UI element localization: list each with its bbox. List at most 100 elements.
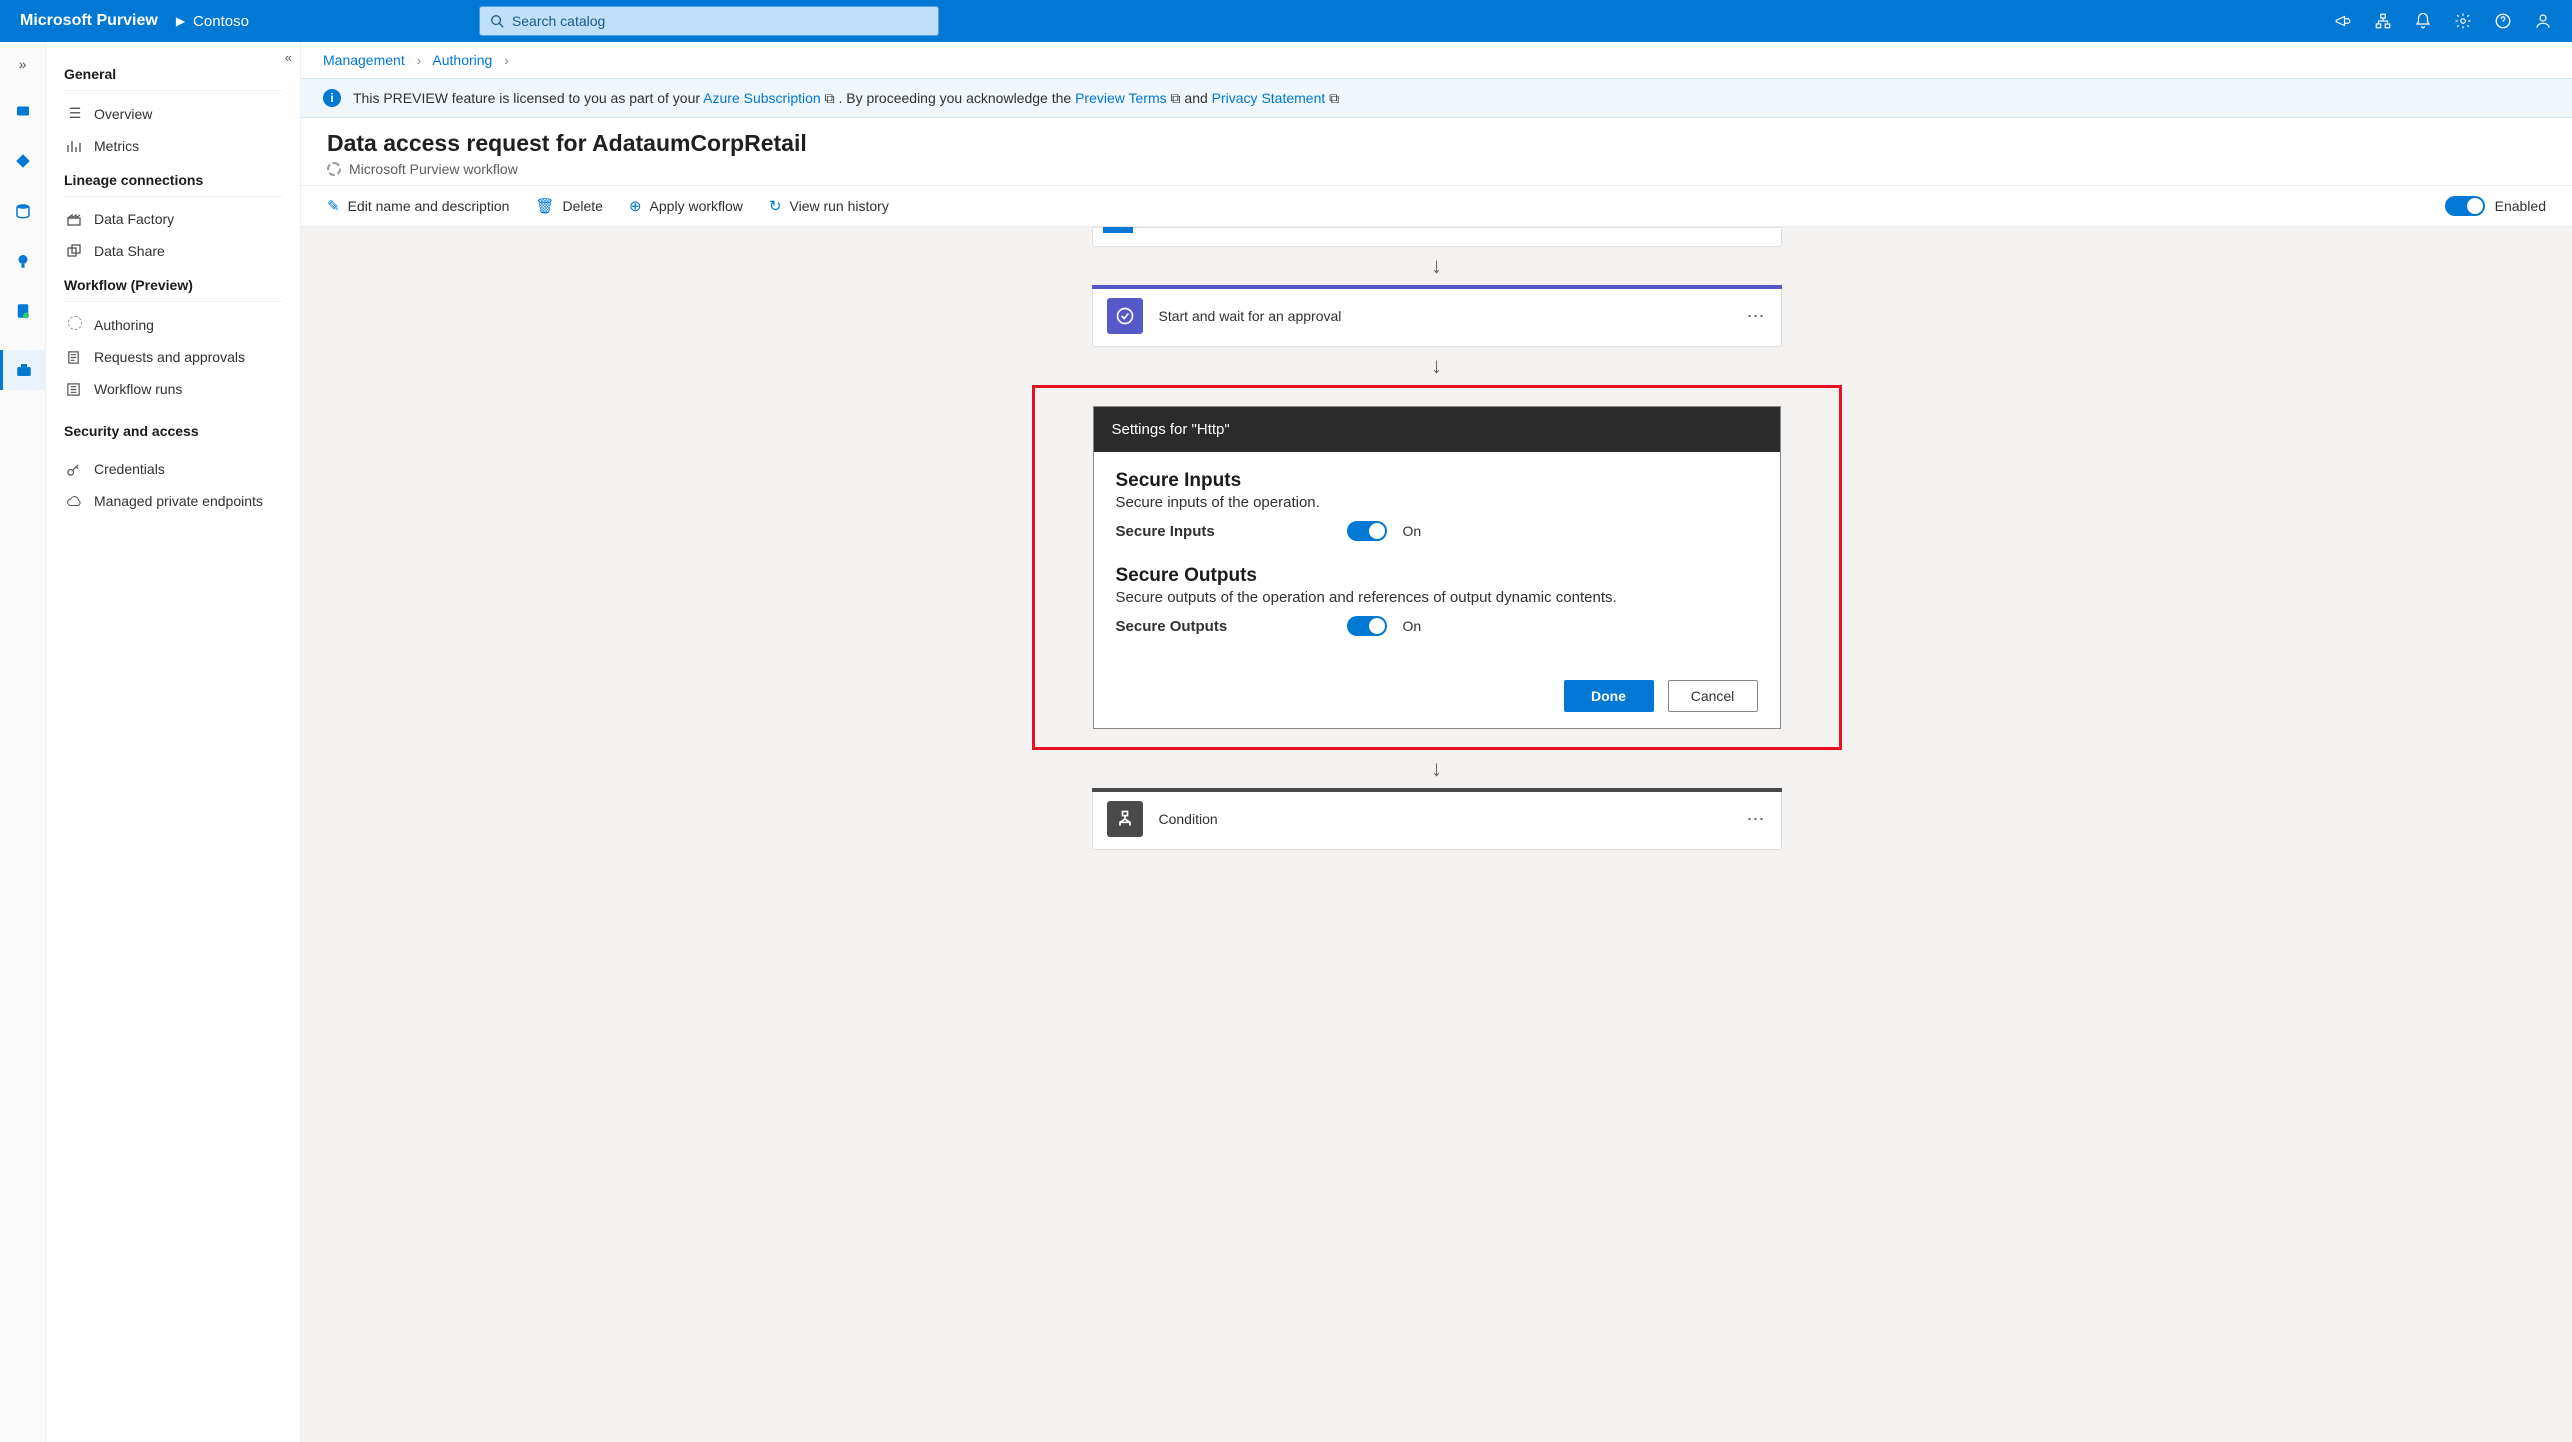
secure-inputs-label: Secure Inputs <box>1116 523 1331 540</box>
factory-icon <box>66 211 84 227</box>
flow-arrow-icon: ↓ <box>1092 750 1782 788</box>
nav-overview[interactable]: ☰ Overview <box>64 97 282 130</box>
preview-infobar: i This PREVIEW feature is licensed to yo… <box>301 78 2572 118</box>
list-icon: ☰ <box>66 105 84 122</box>
delete-button[interactable]: 🗑 Delete <box>535 197 603 215</box>
external-link-icon: ⧉ <box>1167 90 1181 106</box>
workflow-canvas[interactable]: ↓ Start and wait for an approval ⋯ ↓ Set… <box>301 227 2572 1442</box>
top-actions <box>2334 12 2562 30</box>
rail-policy-icon[interactable] <box>12 300 34 322</box>
section-lineage: Lineage connections <box>64 162 282 197</box>
gear-icon[interactable] <box>2454 12 2472 30</box>
enabled-label: Enabled <box>2495 198 2546 214</box>
tenant-name[interactable]: Contoso <box>193 13 249 30</box>
nav-metrics[interactable]: Metrics <box>64 130 282 162</box>
crumb-authoring[interactable]: Authoring <box>432 52 492 68</box>
rail-data-icon[interactable] <box>12 200 34 222</box>
enabled-toggle[interactable] <box>2445 196 2485 216</box>
megaphone-icon[interactable] <box>2334 12 2352 30</box>
step-condition-label: Condition <box>1159 811 1218 827</box>
apply-workflow-button[interactable]: ⊕ Apply workflow <box>629 197 743 215</box>
step-more-icon[interactable]: ⋯ <box>1747 306 1767 327</box>
step-approval-label: Start and wait for an approval <box>1159 308 1342 324</box>
sidenav-collapse[interactable]: « <box>285 50 292 65</box>
workflow-step-approval[interactable]: Start and wait for an approval ⋯ <box>1092 285 1782 347</box>
done-button[interactable]: Done <box>1564 680 1654 712</box>
bell-icon[interactable] <box>2414 12 2432 30</box>
runs-icon <box>66 382 84 397</box>
history-icon: ↻ <box>769 197 782 215</box>
main: Management › Authoring › i This PREVIEW … <box>301 42 2572 1442</box>
rail-sources-icon[interactable] <box>12 150 34 172</box>
secure-outputs-label: Secure Outputs <box>1116 618 1331 635</box>
nav-runs-label: Workflow runs <box>94 381 182 397</box>
secure-inputs-title: Secure Inputs <box>1116 470 1758 492</box>
infobar-prefix: This PREVIEW feature is licensed to you … <box>353 90 703 106</box>
nav-credentials[interactable]: Credentials <box>64 453 282 485</box>
workflow-step-stub[interactable] <box>1092 227 1782 247</box>
workflow-icon <box>327 162 341 176</box>
account-icon[interactable] <box>2534 12 2552 30</box>
nav-overview-label: Overview <box>94 106 152 122</box>
nav-authoring[interactable]: Authoring <box>64 308 282 341</box>
step-more-icon[interactable]: ⋯ <box>1747 809 1767 830</box>
nav-endpoints[interactable]: Managed private endpoints <box>64 485 282 517</box>
page-subtitle: Microsoft Purview workflow <box>327 161 2546 177</box>
brand: Microsoft Purview <box>10 12 168 30</box>
condition-icon <box>1107 801 1143 837</box>
nav-requests-label: Requests and approvals <box>94 349 245 365</box>
document-icon <box>66 350 84 365</box>
secure-inputs-group: Secure Inputs Secure inputs of the opera… <box>1116 470 1758 541</box>
nav-runs[interactable]: Workflow runs <box>64 373 282 405</box>
delete-label: Delete <box>563 198 603 214</box>
cancel-label: Cancel <box>1691 688 1735 704</box>
rail-collections-icon[interactable] <box>12 100 34 122</box>
secure-outputs-state: On <box>1403 618 1422 634</box>
cloud-icon <box>66 494 84 509</box>
cancel-button[interactable]: Cancel <box>1668 680 1758 712</box>
crumb-management[interactable]: Management <box>323 52 405 68</box>
azure-subscription-link[interactable]: Azure Subscription <box>703 90 821 106</box>
page-subtitle-text: Microsoft Purview workflow <box>349 161 518 177</box>
apply-label: Apply workflow <box>650 198 743 214</box>
secure-outputs-title: Secure Outputs <box>1116 565 1758 587</box>
share-icon <box>66 243 84 259</box>
rail-management-icon[interactable] <box>0 350 45 390</box>
infobar-and: and <box>1184 90 1211 106</box>
rail-insights-icon[interactable] <box>12 250 34 272</box>
chart-icon <box>66 138 84 154</box>
nav-datashare-label: Data Share <box>94 243 165 259</box>
nav-datafactory[interactable]: Data Factory <box>64 203 282 235</box>
section-general: General <box>64 56 282 91</box>
sitemap-icon[interactable] <box>2374 12 2392 30</box>
left-rail: » <box>0 42 46 1442</box>
view-history-button[interactable]: ↻View run history <box>769 197 889 215</box>
trash-icon: 🗑 <box>535 197 554 215</box>
page-title: Data access request for AdataumCorpRetai… <box>327 130 2546 157</box>
edit-button[interactable]: ✎Edit name and description <box>327 197 509 215</box>
secure-outputs-desc: Secure outputs of the operation and refe… <box>1116 589 1758 606</box>
infobar-text: This PREVIEW feature is licensed to you … <box>353 90 1339 107</box>
nav-requests[interactable]: Requests and approvals <box>64 341 282 373</box>
external-link-icon: ⧉ <box>1325 90 1339 106</box>
nav-metrics-label: Metrics <box>94 138 139 154</box>
flow-arrow-icon: ↓ <box>1092 247 1782 285</box>
plus-circle-icon: ⊕ <box>629 197 642 215</box>
privacy-statement-link[interactable]: Privacy Statement <box>1212 90 1326 106</box>
help-icon[interactable] <box>2494 12 2512 30</box>
search-input[interactable]: Search catalog <box>479 6 939 36</box>
workflow-step-condition[interactable]: Condition ⋯ <box>1092 788 1782 850</box>
external-link-icon: ⧉ <box>821 90 835 106</box>
rail-expand[interactable]: » <box>19 56 27 72</box>
secure-inputs-toggle[interactable] <box>1347 521 1387 541</box>
pencil-icon: ✎ <box>327 197 340 215</box>
page-header: Data access request for AdataumCorpRetai… <box>301 118 2572 185</box>
secure-outputs-toggle[interactable] <box>1347 616 1387 636</box>
preview-terms-link[interactable]: Preview Terms <box>1075 90 1167 106</box>
chevron-right-icon: › <box>504 52 509 68</box>
secure-outputs-group: Secure Outputs Secure outputs of the ope… <box>1116 565 1758 636</box>
info-icon: i <box>323 89 341 107</box>
nav-datashare[interactable]: Data Share <box>64 235 282 267</box>
section-workflow: Workflow (Preview) <box>64 267 282 302</box>
sidenav: « General ☰ Overview Metrics Lineage conn… <box>46 42 301 1442</box>
